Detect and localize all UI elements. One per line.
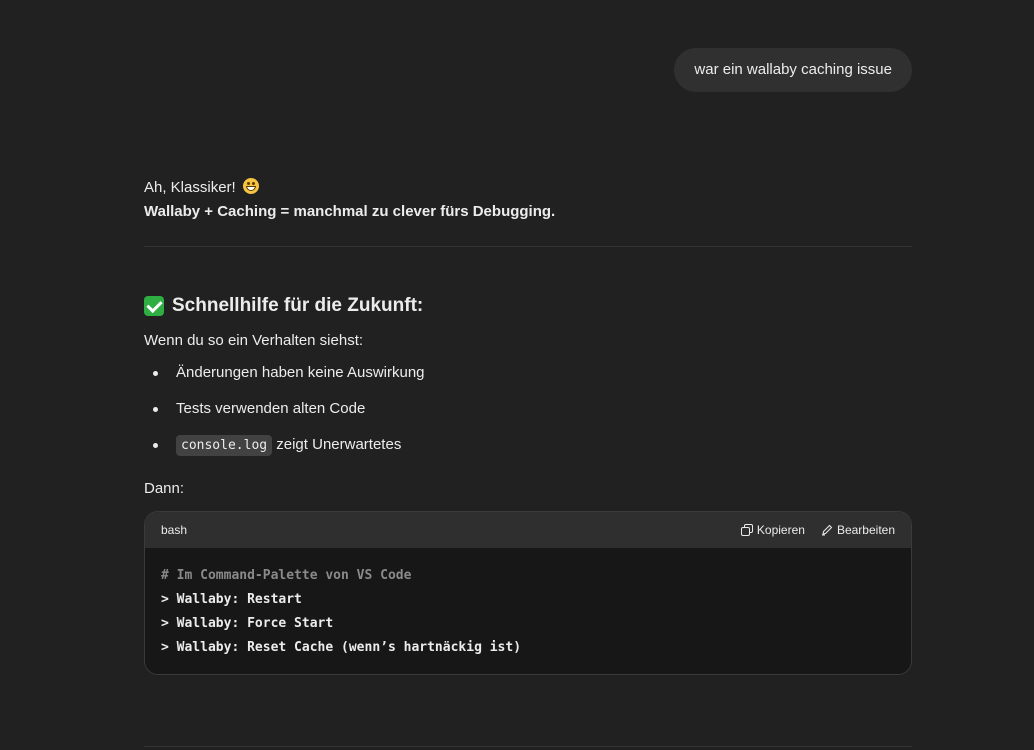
section-heading-text: Schnellhilfe für die Zukunft:: [172, 295, 424, 316]
pencil-icon: [821, 524, 833, 536]
list-item: Änderungen haben keine Auswirkung: [144, 361, 912, 397]
list-item-text: Änderungen haben keine Auswirkung: [176, 364, 425, 381]
code-body: # Im Command-Palette von VS Code > Walla…: [145, 548, 911, 674]
user-message-bubble: war ein wallaby caching issue: [674, 48, 912, 92]
code-block-header: bash Kopieren Bearbeiten: [145, 512, 911, 548]
edit-code-button[interactable]: Bearbeiten: [821, 518, 895, 542]
list-item: console.log zeigt Unerwartetes: [144, 433, 912, 469]
code-comment-line: # Im Command-Palette von VS Code: [161, 568, 412, 583]
symptom-list: Änderungen haben keine Auswirkung Tests …: [144, 361, 912, 469]
code-line: > Wallaby: Restart: [161, 592, 302, 607]
copy-icon: [740, 524, 753, 536]
section-divider: [144, 246, 912, 247]
then-text: Dann:: [144, 480, 185, 497]
user-message-row: war ein wallaby caching issue: [674, 48, 912, 92]
code-language-label: bash: [161, 523, 188, 537]
copy-code-button[interactable]: Kopieren: [740, 518, 805, 542]
copy-label: Kopieren: [756, 523, 805, 537]
bottom-divider: [144, 746, 912, 747]
code-line: > Wallaby: Reset Cache (wenn’s hartnäcki…: [161, 640, 522, 655]
chat-page: war ein wallaby caching issue Ah, Klassi…: [0, 0, 1034, 750]
greeting-line: Ah, Klassiker!: [144, 176, 912, 200]
grinning-face-icon: [242, 178, 259, 194]
greeting-text: Ah, Klassiker!: [144, 179, 236, 196]
inline-code: console.log: [176, 435, 273, 456]
list-item-text: Tests verwenden alten Code: [176, 400, 366, 417]
edit-label: Bearbeiten: [836, 523, 895, 537]
code-line: > Wallaby: Force Start: [161, 616, 334, 631]
code-block: bash Kopieren Bearbeiten # Im Command-Pa…: [144, 511, 912, 675]
check-mark-button-icon: [144, 296, 164, 316]
intro-text: Wenn du so ein Verhalten siehst:: [144, 332, 364, 349]
assistant-message: Ah, Klassiker! Wallaby + Caching = manch…: [144, 176, 912, 675]
list-item: Tests verwenden alten Code: [144, 397, 912, 433]
list-item-text: zeigt Unerwartetes: [272, 436, 402, 453]
tagline: Wallaby + Caching = manchmal zu clever f…: [144, 203, 556, 220]
code-actions: Kopieren Bearbeiten: [740, 518, 895, 542]
section-heading: Schnellhilfe für die Zukunft:: [144, 293, 912, 319]
